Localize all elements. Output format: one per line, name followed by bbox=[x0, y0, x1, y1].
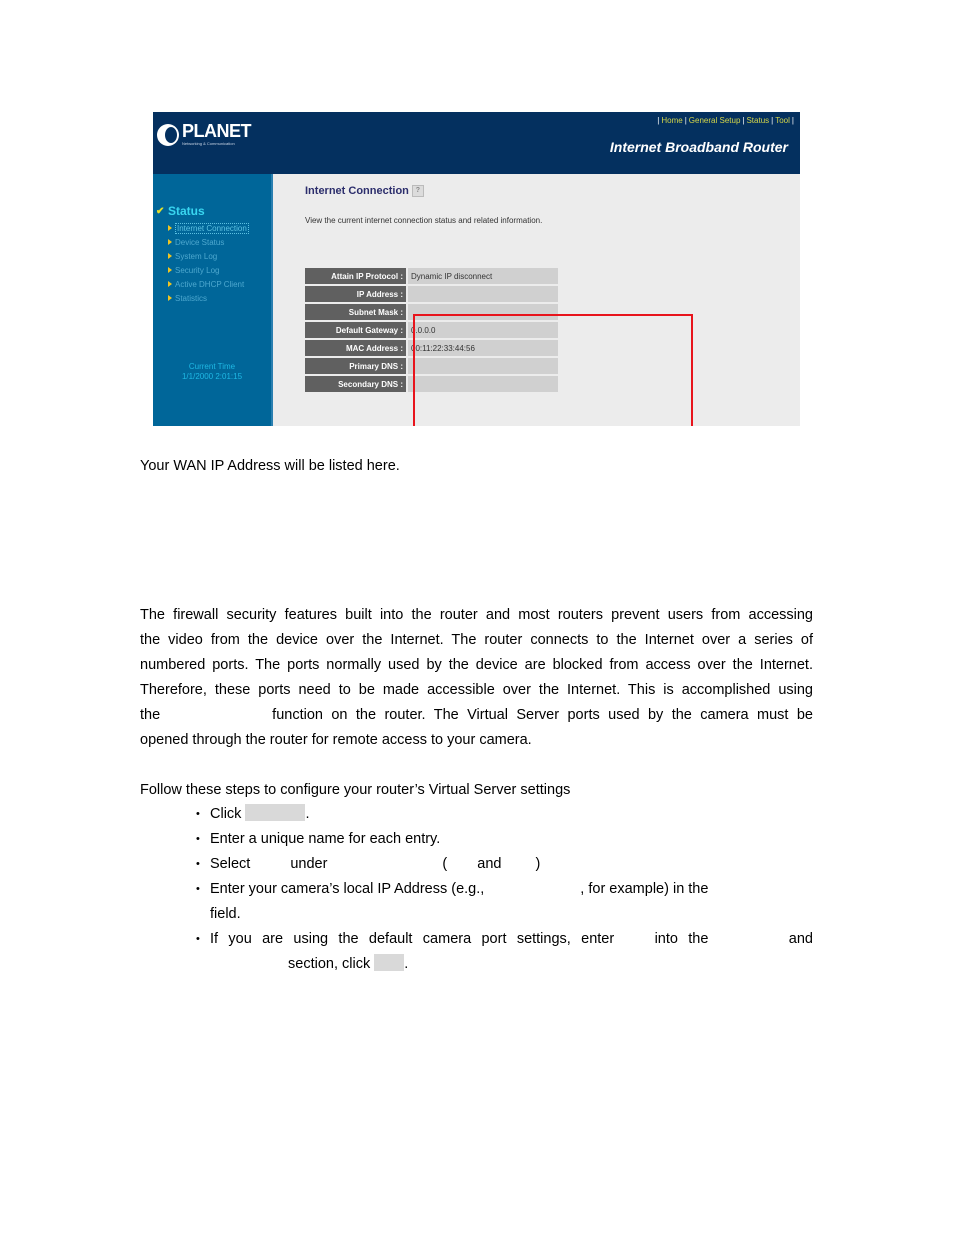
sidebar-item-label: Active DHCP Client bbox=[175, 279, 245, 289]
paragraph-line: Therefore, these ports need to be made a… bbox=[140, 682, 813, 698]
redacted-button-label bbox=[245, 804, 306, 821]
planet-logo: PLANET Networking & Communication bbox=[157, 121, 252, 150]
top-nav: | Home | General Setup | Status | Tool | bbox=[657, 116, 794, 125]
step-text: If you are using the default camera port… bbox=[210, 931, 615, 947]
nav-general-setup[interactable]: General Setup bbox=[689, 116, 741, 125]
arrow-right-icon bbox=[168, 281, 172, 287]
paragraph-fragment: the bbox=[140, 707, 161, 723]
current-time-label: Current Time bbox=[188, 362, 236, 371]
sidebar-item-internet-connection[interactable]: Internet Connection bbox=[168, 221, 249, 235]
list-item: Select under ( and) bbox=[196, 852, 813, 877]
help-icon[interactable]: ? bbox=[411, 185, 424, 197]
row-value bbox=[408, 286, 558, 302]
list-item: If you are using the default camera port… bbox=[196, 927, 813, 977]
step-text: Select bbox=[210, 856, 251, 872]
paragraph-line: The firewall security features built int… bbox=[140, 607, 813, 623]
row-label: Secondary DNS : bbox=[305, 376, 408, 392]
row-label: Attain IP Protocol : bbox=[305, 268, 408, 284]
sidebar-item-active-dhcp-client[interactable]: Active DHCP Client bbox=[168, 277, 249, 291]
steps-intro: Follow these steps to configure your rou… bbox=[140, 782, 571, 798]
red-highlight-box bbox=[413, 314, 693, 426]
page-description: View the current internet connection sta… bbox=[305, 216, 543, 225]
step-text: Enter your camera’s local IP Address (e.… bbox=[210, 881, 485, 897]
step-text: Enter a unique name for each entry. bbox=[210, 831, 441, 847]
router-header: PLANET Networking & Communication | Home |… bbox=[153, 112, 800, 174]
list-item: Enter a unique name for each entry. bbox=[196, 827, 813, 852]
sidebar-item-label: Statistics bbox=[175, 293, 208, 303]
arrow-right-icon bbox=[168, 239, 172, 245]
current-time-value: 1/1/2000 2:01:15 bbox=[181, 372, 243, 381]
redacted-button-label bbox=[374, 954, 405, 971]
step-text: and bbox=[788, 931, 813, 947]
paragraph-line: opened through the router for remote acc… bbox=[140, 732, 532, 748]
step-text: under bbox=[290, 856, 328, 872]
paragraph-line: the video from the device over the Inter… bbox=[140, 632, 813, 648]
current-time: Current Time 1/1/2000 2:01:15 bbox=[153, 362, 271, 382]
sidebar-menu: Internet Connection Device Status System… bbox=[168, 221, 249, 305]
sidebar-item-device-status[interactable]: Device Status bbox=[168, 235, 249, 249]
check-icon: ✔ bbox=[156, 205, 165, 217]
arrow-right-icon bbox=[168, 295, 172, 301]
step-text: . bbox=[305, 806, 310, 822]
row-label: Subnet Mask : bbox=[305, 304, 408, 320]
arrow-right-icon bbox=[168, 225, 172, 231]
sidebar-item-security-log[interactable]: Security Log bbox=[168, 263, 249, 277]
step-text: field. bbox=[210, 906, 241, 922]
table-row: Attain IP Protocol : Dynamic IP disconnec… bbox=[305, 268, 558, 284]
nav-status[interactable]: Status bbox=[746, 116, 769, 125]
nav-tool[interactable]: Tool bbox=[775, 116, 790, 125]
screenshot-caption: Your WAN IP Address will be listed here. bbox=[140, 458, 400, 474]
firewall-paragraph: The firewall security features built int… bbox=[140, 603, 813, 753]
sidebar-item-label: Security Log bbox=[175, 265, 220, 275]
page-title: Internet Connection ? bbox=[305, 185, 424, 197]
step-text: Click bbox=[210, 806, 242, 822]
table-row: IP Address : bbox=[305, 286, 558, 302]
row-label: IP Address : bbox=[305, 286, 408, 302]
router-content: Internet Connection ? View the current i… bbox=[273, 174, 800, 426]
sidebar-item-system-log[interactable]: System Log bbox=[168, 249, 249, 263]
step-line: If you are using the default camera port… bbox=[210, 927, 813, 952]
router-sidebar: ✔ Status Internet Connection Device Stat… bbox=[153, 174, 273, 426]
product-title: Internet Broadband Router bbox=[609, 139, 788, 155]
step-text: section, click bbox=[288, 956, 371, 972]
sidebar-item-label: Device Status bbox=[175, 237, 225, 247]
arrow-right-icon bbox=[168, 253, 172, 259]
row-label: MAC Address : bbox=[305, 340, 408, 356]
sidebar-section-status[interactable]: ✔ Status bbox=[156, 204, 205, 218]
step-text: ( bbox=[442, 856, 448, 872]
page-title-text: Internet Connection bbox=[305, 185, 409, 197]
row-value: Dynamic IP disconnect bbox=[408, 268, 558, 284]
nav-home[interactable]: Home bbox=[661, 116, 682, 125]
paragraph-line: the function on the router. The Virtual S… bbox=[140, 703, 813, 728]
sidebar-section-label: Status bbox=[168, 204, 205, 218]
list-item: Click . bbox=[196, 802, 813, 827]
step-text: ) bbox=[535, 856, 541, 872]
step-text: and bbox=[477, 856, 502, 872]
router-screenshot: PLANET Networking & Communication | Home |… bbox=[153, 112, 800, 426]
planet-logo-icon bbox=[157, 124, 179, 146]
paragraph-fragment: function on the router. The Virtual Serv… bbox=[272, 707, 813, 723]
logo-name: PLANET bbox=[182, 121, 252, 141]
row-label: Primary DNS : bbox=[305, 358, 408, 374]
row-label: Default Gateway : bbox=[305, 322, 408, 338]
sidebar-item-statistics[interactable]: Statistics bbox=[168, 291, 249, 305]
sidebar-item-label: System Log bbox=[175, 251, 218, 261]
steps-list: Click . Enter a unique name for each ent… bbox=[196, 802, 813, 977]
step-text: . bbox=[404, 956, 409, 972]
list-item: Enter your camera’s local IP Address (e.… bbox=[196, 877, 813, 927]
arrow-right-icon bbox=[168, 267, 172, 273]
sidebar-item-label: Internet Connection bbox=[175, 222, 249, 234]
logo-tagline: Networking & Communication bbox=[182, 141, 235, 146]
paragraph-line: numbered ports. The ports normally used … bbox=[140, 657, 813, 673]
step-text: , for example) in the bbox=[580, 881, 709, 897]
step-text: into the bbox=[654, 931, 709, 947]
